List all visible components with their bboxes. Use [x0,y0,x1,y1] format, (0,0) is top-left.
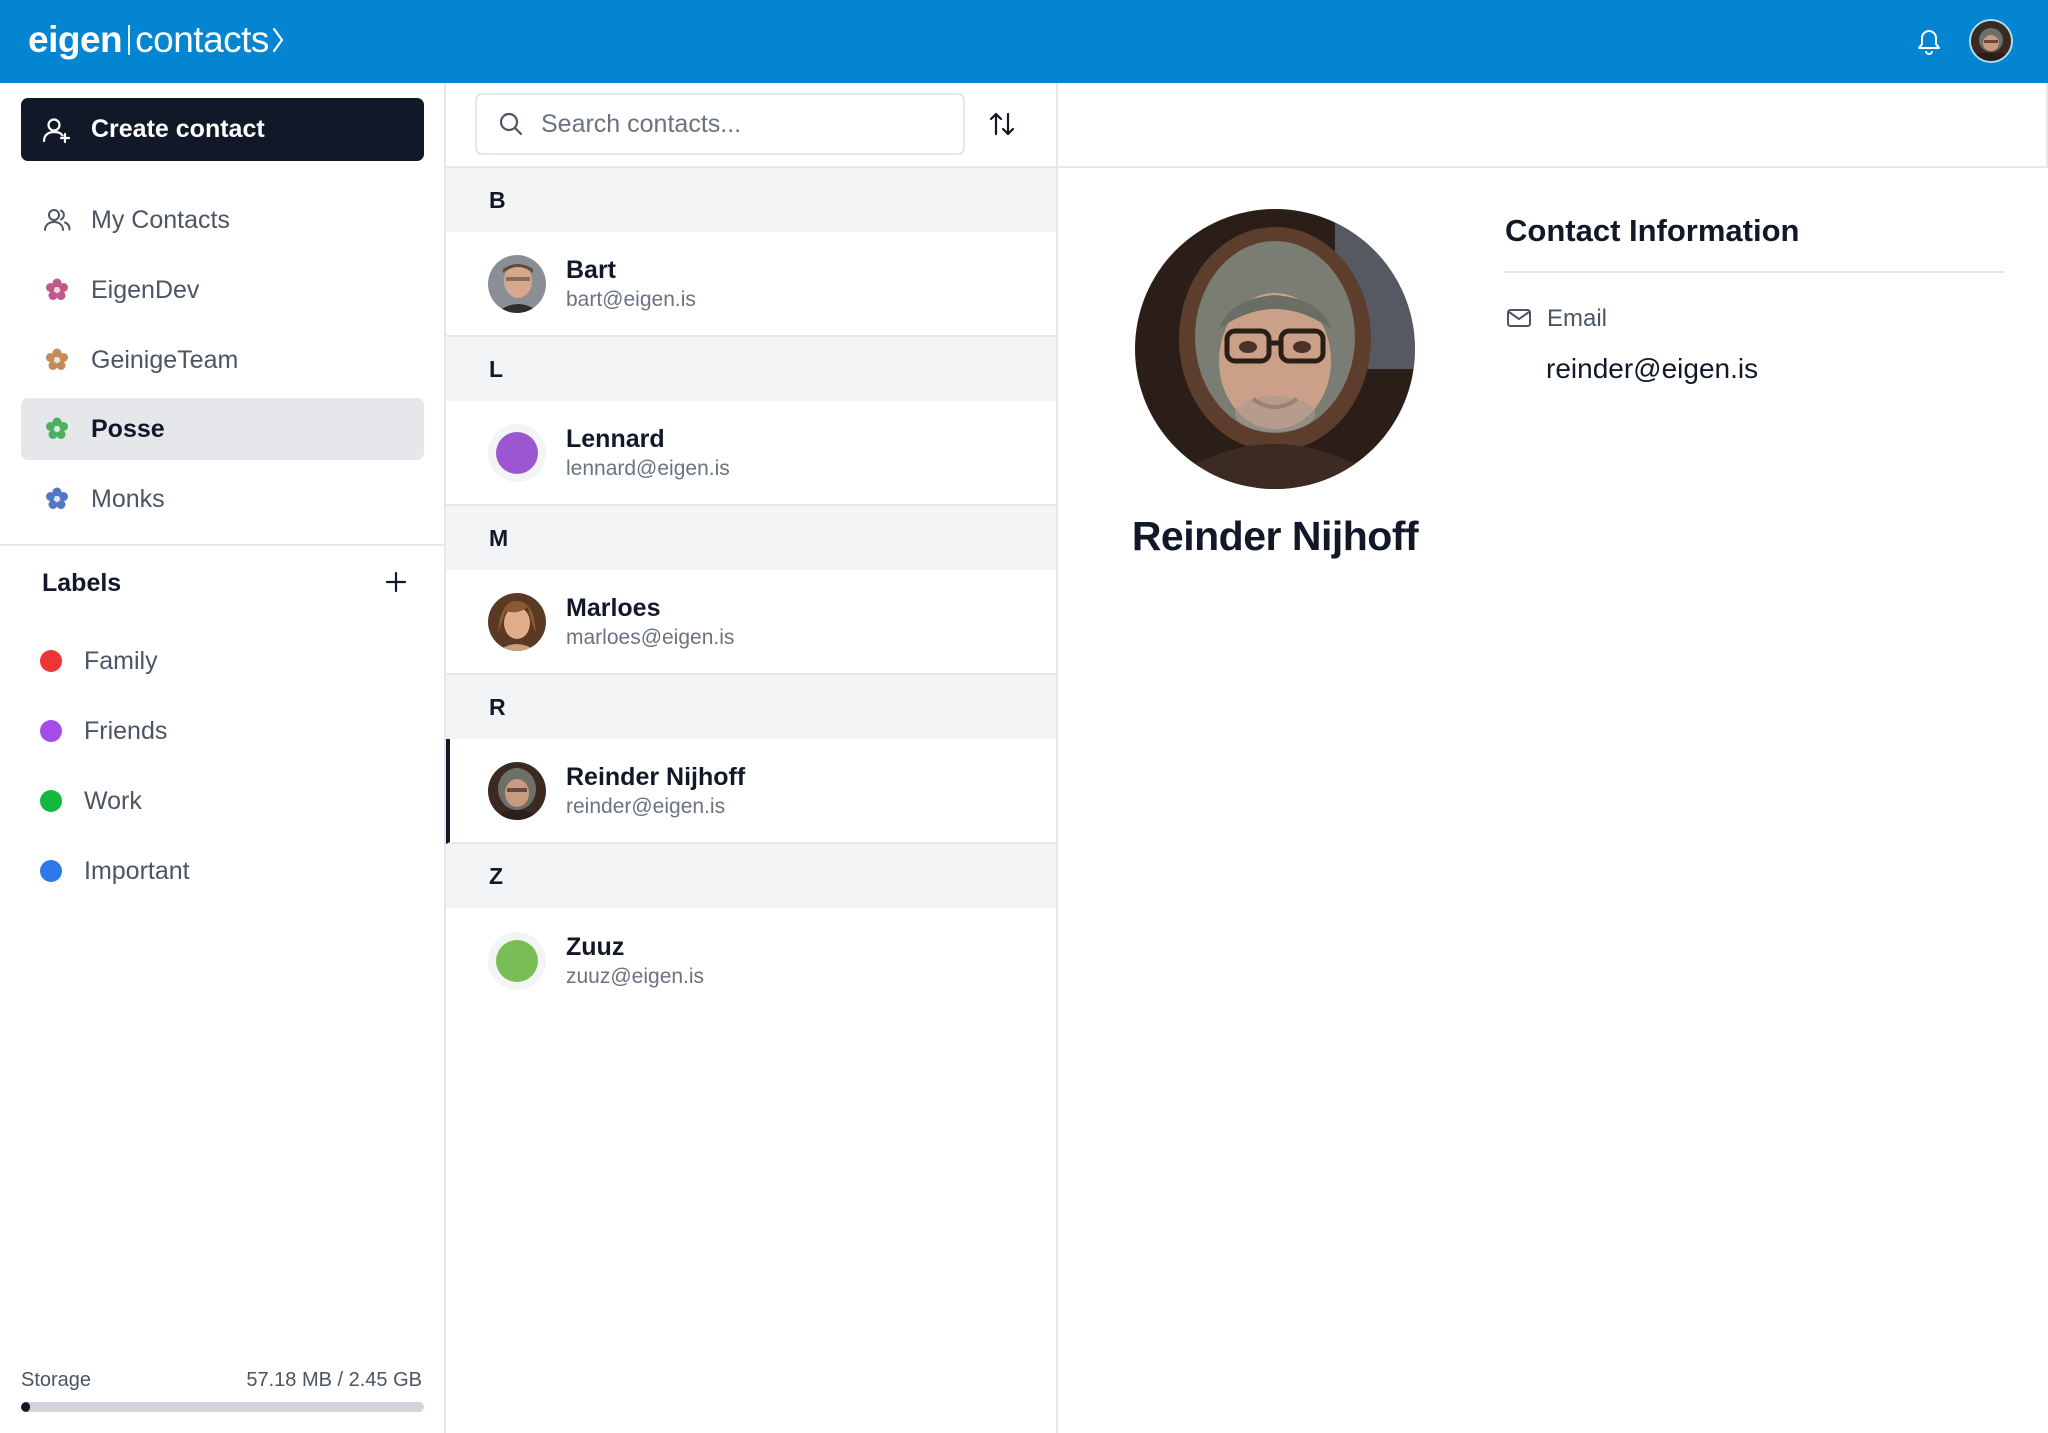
chevron-right-icon [271,25,285,55]
search-input[interactable] [541,109,941,139]
label-item-friends[interactable]: Friends [40,709,167,753]
labels-heading: Labels [42,569,122,597]
bell-icon[interactable] [1914,26,1944,56]
contact-email: bart@eigen.is [566,287,696,311]
label-color-dot [40,790,62,812]
label-item-important[interactable]: Important [40,849,190,893]
contact-row-zuuz[interactable]: Zuuz zuuz@eigen.is [446,908,1056,1013]
label-item-work[interactable]: Work [40,779,142,823]
sidebar-item-eigendev[interactable]: EigenDev [21,259,424,321]
sidebar-item-label: Monks [91,484,165,513]
contact-row-reinder-nijhoff[interactable]: Reinder Nijhoff reinder@eigen.is [446,739,1056,844]
flower-icon [41,274,73,306]
label-item-family[interactable]: Family [40,639,158,683]
email-label: Email [1505,303,1607,335]
sidebar: Create contact My Contacts EigenDev Gein… [0,83,446,1433]
section-header-l: L [446,337,1056,401]
section-header-m: M [446,506,1056,570]
label-item-label: Family [84,646,158,675]
contact-row-bart[interactable]: Bart bart@eigen.is [446,232,1056,337]
app-logo[interactable]: eigen contacts [28,14,285,66]
contact-avatar [488,254,546,313]
contact-email: reinder@eigen.is [566,794,726,818]
label-color-dot [40,650,62,672]
contact-detail-panel: Reinder Nijhoff Contact Information Emai… [1058,83,2048,1433]
create-contact-button[interactable]: Create contact [21,98,424,161]
sidebar-item-label: GeinigeTeam [91,345,239,374]
sidebar-item-label: EigenDev [91,275,200,304]
contact-email: marloes@eigen.is [566,625,735,649]
contact-row-lennard[interactable]: Lennard lennard@eigen.is [446,401,1056,506]
contact-full-name: Reinder Nijhoff [1131,513,1419,559]
top-bar: eigen contacts [0,0,2048,83]
user-plus-icon [41,114,73,146]
contact-name: Reinder Nijhoff [566,762,746,791]
contact-photo [1135,209,1415,489]
contact-avatar [488,761,546,820]
storage-value: 57.18 MB / 2.45 GB [246,1369,422,1391]
label-item-label: Important [84,856,190,885]
sidebar-item-label: Posse [91,414,165,443]
sidebar-item-posse[interactable]: Posse [21,398,424,460]
section-header-b: B [446,168,1056,232]
flower-icon [41,483,73,515]
contact-name: Bart [566,255,617,284]
section-header-r: R [446,675,1056,739]
contact-list-panel: B Bart bart@eigen.is L Lennard lennard@e… [446,83,1058,1433]
storage-label: Storage [21,1369,92,1391]
sort-button[interactable] [985,107,1019,141]
sidebar-item-geinigeteam[interactable]: GeinigeTeam [21,329,424,391]
search-icon [497,110,525,138]
avatar-color-circle [496,431,538,474]
contact-information-divider [1505,271,2005,273]
label-color-dot [40,860,62,882]
mail-icon [1505,304,1535,334]
contact-name: Lennard [566,424,665,453]
contact-email: lennard@eigen.is [566,456,730,480]
contact-avatar [488,592,546,651]
brand-divider [128,25,131,55]
section-header-z: Z [446,844,1056,908]
sidebar-item-my-contacts[interactable]: My Contacts [21,189,424,251]
detail-header-divider [1058,166,2048,168]
sidebar-item-label: My Contacts [91,205,230,234]
plus-icon [385,571,407,593]
contact-information-heading: Contact Information [1505,213,1800,248]
label-color-dot [40,720,62,742]
sidebar-divider [0,544,444,546]
contact-email: zuuz@eigen.is [566,964,705,988]
label-item-label: Friends [84,716,168,745]
storage-progress-bar [21,1402,424,1412]
avatar-color-circle [496,939,538,982]
user-avatar[interactable] [1969,19,2013,63]
storage-progress-fill [21,1402,31,1412]
flower-icon [41,413,73,445]
users-icon [41,204,73,236]
add-label-button[interactable] [380,566,412,598]
contact-avatar [488,423,546,482]
sort-arrows-icon [989,112,1015,136]
contact-avatar [488,931,546,990]
contact-name: Zuuz [566,932,625,961]
contact-row-marloes[interactable]: Marloes marloes@eigen.is [446,570,1056,675]
email-value[interactable]: reinder@eigen.is [1546,353,1758,385]
brand-secondary: contacts [135,19,269,60]
sidebar-item-monks[interactable]: Monks [21,468,424,530]
create-contact-label: Create contact [91,115,265,143]
label-item-label: Work [84,786,142,815]
search-box[interactable] [475,93,965,155]
email-label-text: Email [1547,305,1608,332]
brand-primary: eigen [28,19,123,60]
flower-icon [41,344,73,376]
contact-name: Marloes [566,593,661,622]
